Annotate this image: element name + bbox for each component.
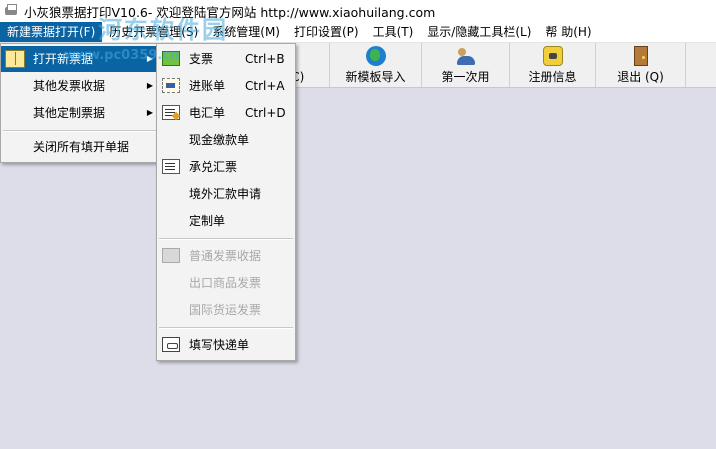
submenu-general-invoice: 普通发票收据 — [157, 243, 295, 269]
menu-separator — [3, 130, 157, 132]
submenu-check[interactable]: 支票 Ctrl+B — [157, 46, 295, 72]
submenu-deposit-slip[interactable]: 进账单 Ctrl+A — [157, 73, 295, 99]
menu-separator — [159, 238, 293, 240]
menu-toggle-toolbar[interactable]: 显示/隐藏工具栏(L) — [420, 22, 538, 42]
menu-item-label: 打开新票据 — [33, 52, 94, 66]
open-book-icon — [5, 50, 25, 68]
submenu-label: 境外汇款申请 — [189, 187, 262, 201]
file-dropdown-menu: 打开新票据 ▶ 其他发票收据 ▶ 其他定制票据 ▶ 关闭所有填开单据 — [0, 43, 160, 163]
submenu-label: 支票 — [189, 52, 214, 66]
acceptance-draft-icon — [162, 159, 180, 174]
menu-other-custom[interactable]: 其他定制票据 ▶ — [1, 100, 159, 126]
shortcut-label: Ctrl+A — [245, 79, 285, 93]
submenu-label: 填写快递单 — [189, 338, 250, 352]
submenu-overseas-remittance[interactable]: 境外汇款申请 — [157, 181, 295, 207]
menu-help[interactable]: 帮 助(H) — [538, 22, 598, 42]
submenu-arrow-icon: ▶ — [146, 54, 153, 63]
menu-print-settings[interactable]: 打印设置(P) — [287, 22, 366, 42]
menu-history[interactable]: 历史开票管理(S) — [102, 22, 205, 42]
submenu-label: 进账单 — [189, 79, 226, 93]
submenu-cash-payment[interactable]: 现金缴款单 — [157, 127, 295, 153]
window-title: 小灰狼票据打印V10.6- 欢迎登陆官方网站 http://www.xiaohu… — [24, 4, 436, 20]
toolbar-button-register-info[interactable]: 注册信息 — [510, 43, 596, 87]
submenu-label: 定制单 — [189, 214, 226, 228]
wire-transfer-icon — [162, 105, 180, 120]
check-icon — [162, 51, 180, 66]
menu-item-label: 关闭所有填开单据 — [33, 140, 130, 154]
submenu-acceptance-draft[interactable]: 承兑汇票 — [157, 154, 295, 180]
courier-form-icon — [162, 337, 180, 352]
submenu-arrow-icon: ▶ — [146, 108, 153, 117]
menu-other-invoices[interactable]: 其他发票收据 ▶ — [1, 73, 159, 99]
toolbar-button-exit[interactable]: 退出 (Q) — [596, 43, 686, 87]
toolbar-label: 退出 (Q) — [617, 69, 664, 84]
submenu-arrow-icon: ▶ — [146, 81, 153, 90]
printer-app-icon — [4, 4, 18, 18]
submenu-courier-form[interactable]: 填写快递单 — [157, 332, 295, 358]
shortcut-label: Ctrl+D — [245, 106, 286, 120]
menu-new-ticket[interactable]: 新建票据打开(F) — [0, 22, 103, 42]
submenu-label: 普通发票收据 — [189, 249, 262, 263]
toolbar-button-first-use[interactable]: 第一次用 — [422, 43, 510, 87]
submenu-label: 电汇单 — [189, 106, 226, 120]
menu-close-all[interactable]: 关闭所有填开单据 — [1, 134, 159, 160]
submenu-label: 现金缴款单 — [189, 133, 250, 147]
submenu-export-invoice: 出口商品发票 — [157, 270, 295, 296]
people-icon — [456, 46, 476, 66]
menu-bar: 新建票据打开(F) 历史开票管理(S) 系统管理(M) 打印设置(P) 工具(T… — [0, 22, 716, 43]
title-bar: 小灰狼票据打印V10.6- 欢迎登陆官方网站 http://www.xiaohu… — [0, 0, 716, 22]
submenu-custom-form[interactable]: 定制单 — [157, 208, 295, 234]
submenu-label: 承兑汇票 — [189, 160, 238, 174]
menu-tools[interactable]: 工具(T) — [366, 22, 421, 42]
shortcut-label: Ctrl+B — [245, 52, 285, 66]
toolbar-button-import-template[interactable]: 新模板导入 — [330, 43, 422, 87]
menu-system[interactable]: 系统管理(M) — [205, 22, 287, 42]
phone-icon — [542, 45, 563, 66]
submenu-freight-invoice: 国际货运发票 — [157, 297, 295, 323]
globe-icon — [365, 45, 386, 66]
toolbar-label: 新模板导入 — [345, 69, 406, 84]
menu-item-label: 其他定制票据 — [33, 106, 106, 120]
toolbar-label: 第一次用 — [441, 69, 490, 84]
new-ticket-submenu: 支票 Ctrl+B 进账单 Ctrl+A 电汇单 Ctrl+D 现金缴款单 承兑… — [156, 43, 296, 361]
toolbar-label: 注册信息 — [528, 69, 577, 84]
menu-separator — [159, 327, 293, 329]
menu-item-label: 其他发票收据 — [33, 79, 106, 93]
receipt-icon — [162, 248, 180, 263]
submenu-label: 国际货运发票 — [189, 303, 262, 317]
door-exit-icon — [633, 45, 648, 66]
deposit-slip-icon — [162, 78, 180, 93]
submenu-wire-transfer[interactable]: 电汇单 Ctrl+D — [157, 100, 295, 126]
menu-open-new-ticket[interactable]: 打开新票据 ▶ — [1, 46, 159, 72]
submenu-label: 出口商品发票 — [189, 276, 262, 290]
